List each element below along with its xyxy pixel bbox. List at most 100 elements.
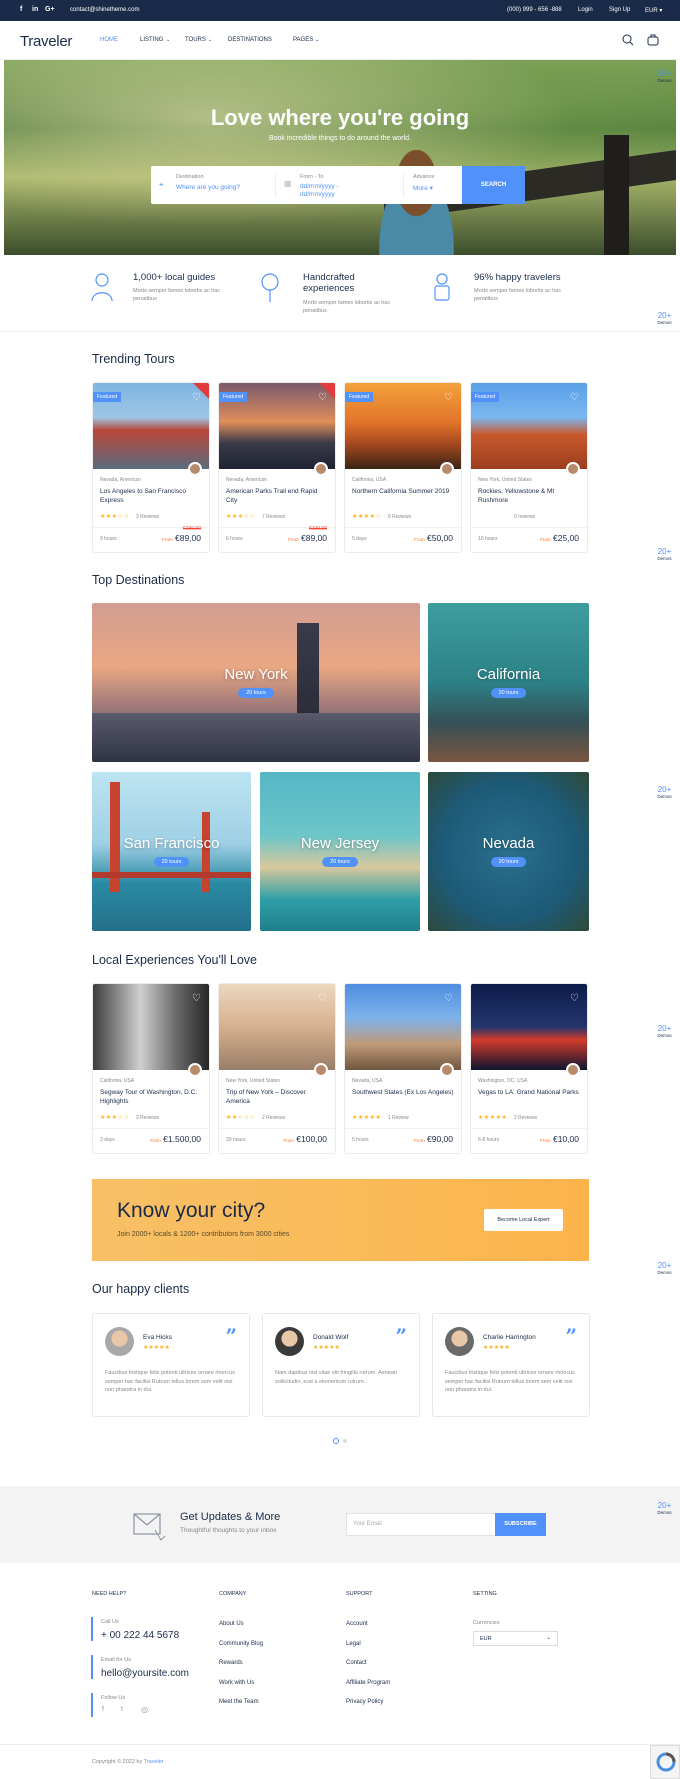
demos-badge[interactable]: 20+ Demos (653, 70, 676, 84)
demos-badge[interactable]: 20+ Demos (653, 548, 676, 562)
signup-link[interactable]: Sign Up (609, 7, 630, 13)
footer-link[interactable]: Meet the Team (219, 1699, 259, 1705)
duration: 6-8 hours (478, 1137, 500, 1143)
demos-badge[interactable]: 20+ Demos (653, 786, 676, 800)
twitter-icon[interactable]: t (121, 1706, 123, 1713)
demos-badge[interactable]: 20+ Demos (653, 1025, 676, 1039)
card-title[interactable]: Rockies, Yellowstone & Mt Rushmore (478, 487, 582, 505)
demos-badge[interactable]: 20+ Demos (653, 1262, 676, 1276)
currency-value: EUR (480, 1636, 492, 1642)
carousel-dot[interactable] (343, 1439, 347, 1443)
demos-badge[interactable]: 20+ Demos (653, 1502, 676, 1516)
footer-link[interactable]: Affiliate Program (346, 1680, 390, 1686)
card-title[interactable]: Segway Tour of Washington, D.C. Highligh… (100, 1088, 204, 1106)
facebook-icon[interactable]: f (102, 1706, 104, 1713)
heart-icon[interactable]: ♡ (192, 993, 201, 1004)
demos-label: Demos (657, 794, 672, 799)
heart-icon[interactable]: ♡ (444, 993, 453, 1004)
footer-link[interactable]: Contact (346, 1660, 367, 1666)
tour-card[interactable]: Featured ♡ California, USA Northern Califor… (344, 382, 462, 553)
card-title[interactable]: Vegas to LA: Grand National Parks (478, 1088, 582, 1097)
footer-email[interactable]: hello@yoursite.com (101, 1668, 189, 1679)
nav-listing[interactable]: LISTING (140, 37, 163, 43)
footer-link[interactable]: About Us (219, 1621, 244, 1627)
rating-stars: ★★★★★ (478, 1115, 508, 1121)
testimonial-text: Nam dapibus nisl vitae elit fringilla ru… (275, 1370, 397, 1385)
search-button[interactable]: SEARCH (462, 166, 525, 204)
card-title[interactable]: American Parks Trail end Rapid City (226, 487, 330, 505)
demos-label: Demos (657, 1270, 672, 1275)
facebook-icon[interactable]: f (20, 6, 22, 13)
heart-icon[interactable]: ♡ (570, 993, 579, 1004)
tour-card[interactable]: Featured ♡ Nevada, American Los Angeles to … (92, 382, 210, 553)
heart-icon[interactable]: ♡ (444, 392, 453, 403)
currency-dropdown[interactable]: EUR ⌄ (473, 1631, 558, 1646)
cart-icon[interactable] (647, 33, 659, 46)
nav-tours[interactable]: TOURS (185, 37, 206, 43)
avatar (275, 1327, 304, 1356)
card-title[interactable]: Southwest States (Ex Los Angeles) (352, 1088, 456, 1097)
location-pin-icon (261, 273, 279, 302)
footer-link[interactable]: Rewards (219, 1660, 243, 1666)
date-range-input[interactable]: dd/mm/yyyy - dd/mm/yyyy (300, 183, 370, 199)
experience-card[interactable]: ♡ California, USA Segway Tour of Washingto… (92, 983, 210, 1154)
footer-link[interactable]: Community Blog (219, 1641, 263, 1647)
currencies-label: Currencies (473, 1620, 500, 1626)
review-count: 3 Reviews (136, 514, 160, 520)
footer-link[interactable]: Account (346, 1621, 368, 1627)
linkedin-icon[interactable]: in (32, 6, 38, 13)
feature-title: 96% happy travelers (474, 272, 561, 283)
card-title[interactable]: Northern California Summer 2019 (352, 487, 456, 496)
avatar (105, 1327, 134, 1356)
logo[interactable]: Traveler (20, 33, 72, 50)
destination-california[interactable]: California 20 tours (428, 603, 589, 762)
price-from: From (540, 537, 551, 542)
heart-icon[interactable]: ♡ (318, 993, 327, 1004)
destination-input[interactable]: Where are you going? (176, 184, 240, 191)
nav-destinations[interactable]: DESTINATIONS (228, 37, 272, 43)
destination-new-jersey[interactable]: New Jersey 20 tours (260, 772, 420, 931)
experience-card[interactable]: ♡ Nevada, USA Southwest States (Ex Los Ang… (344, 983, 462, 1154)
heart-icon[interactable]: ♡ (318, 392, 327, 403)
copyright-brand-link[interactable]: Traveler (144, 1759, 164, 1765)
contact-email[interactable]: contact@shinetheme.com (70, 7, 139, 13)
heart-icon[interactable]: ♡ (570, 392, 579, 403)
email-input[interactable]: Your Email (353, 1521, 382, 1527)
footer-link[interactable]: Work with Us (219, 1680, 254, 1686)
tour-count-pill: 20 tours (322, 857, 358, 867)
experience-card[interactable]: ♡ Washington, DC, USA Vegas to LA: Grand N… (470, 983, 588, 1154)
tour-card[interactable]: Featured ♡ Nevada, American American Parks … (218, 382, 336, 553)
footer-link[interactable]: Privacy Policy (346, 1699, 383, 1705)
follow-label: Follow Us (101, 1695, 126, 1701)
demos-badge[interactable]: 20+ Demos (653, 312, 676, 326)
price: From €90,00 (414, 1134, 453, 1144)
tour-card[interactable]: Featured ♡ New York, United States Rockies,… (470, 382, 588, 553)
google-plus-icon[interactable]: G+ (45, 6, 55, 13)
instagram-icon[interactable]: ◎ (141, 1705, 148, 1714)
card-title[interactable]: Los Angeles to San Francisco Express (100, 487, 204, 505)
tour-count-pill: 20 tours (490, 688, 527, 698)
nav-home[interactable]: HOME (100, 37, 118, 43)
footer-phone[interactable]: + 00 222 44 5678 (101, 1630, 179, 1641)
currency-select[interactable]: EUR ▾ (645, 7, 662, 14)
destination-new-york[interactable]: New York 20 tours (92, 603, 420, 762)
destination-san-francisco[interactable]: San Francisco 20 tours (92, 772, 251, 931)
copyright-text: Copyright © 2022 by (92, 1759, 143, 1765)
carousel-dot-active[interactable] (333, 1438, 339, 1444)
become-local-expert-button[interactable]: Become Local Expert (484, 1209, 563, 1231)
search-icon[interactable] (622, 34, 634, 46)
recaptcha-icon (656, 1752, 676, 1772)
feature-title: 1,000+ local guides (133, 272, 216, 283)
footer-link[interactable]: Legal (346, 1641, 361, 1647)
featured-badge: Featured (219, 392, 248, 402)
advance-toggle[interactable]: More ▾ (413, 184, 433, 192)
subscribe-button[interactable]: SUBSCRIBE (495, 1513, 546, 1536)
nav-pages[interactable]: PAGES (293, 37, 313, 43)
login-link[interactable]: Login (578, 7, 593, 13)
tour-count-pill: 20 tours (490, 857, 527, 867)
destination-nevada[interactable]: Nevada 20 tours (428, 772, 589, 931)
experience-card[interactable]: ♡ New York, United States Trip of New York… (218, 983, 336, 1154)
card-title[interactable]: Trip of New York – Discover America (226, 1088, 330, 1106)
rating-stars: ★★★☆☆ (100, 514, 130, 520)
heart-icon[interactable]: ♡ (192, 392, 201, 403)
